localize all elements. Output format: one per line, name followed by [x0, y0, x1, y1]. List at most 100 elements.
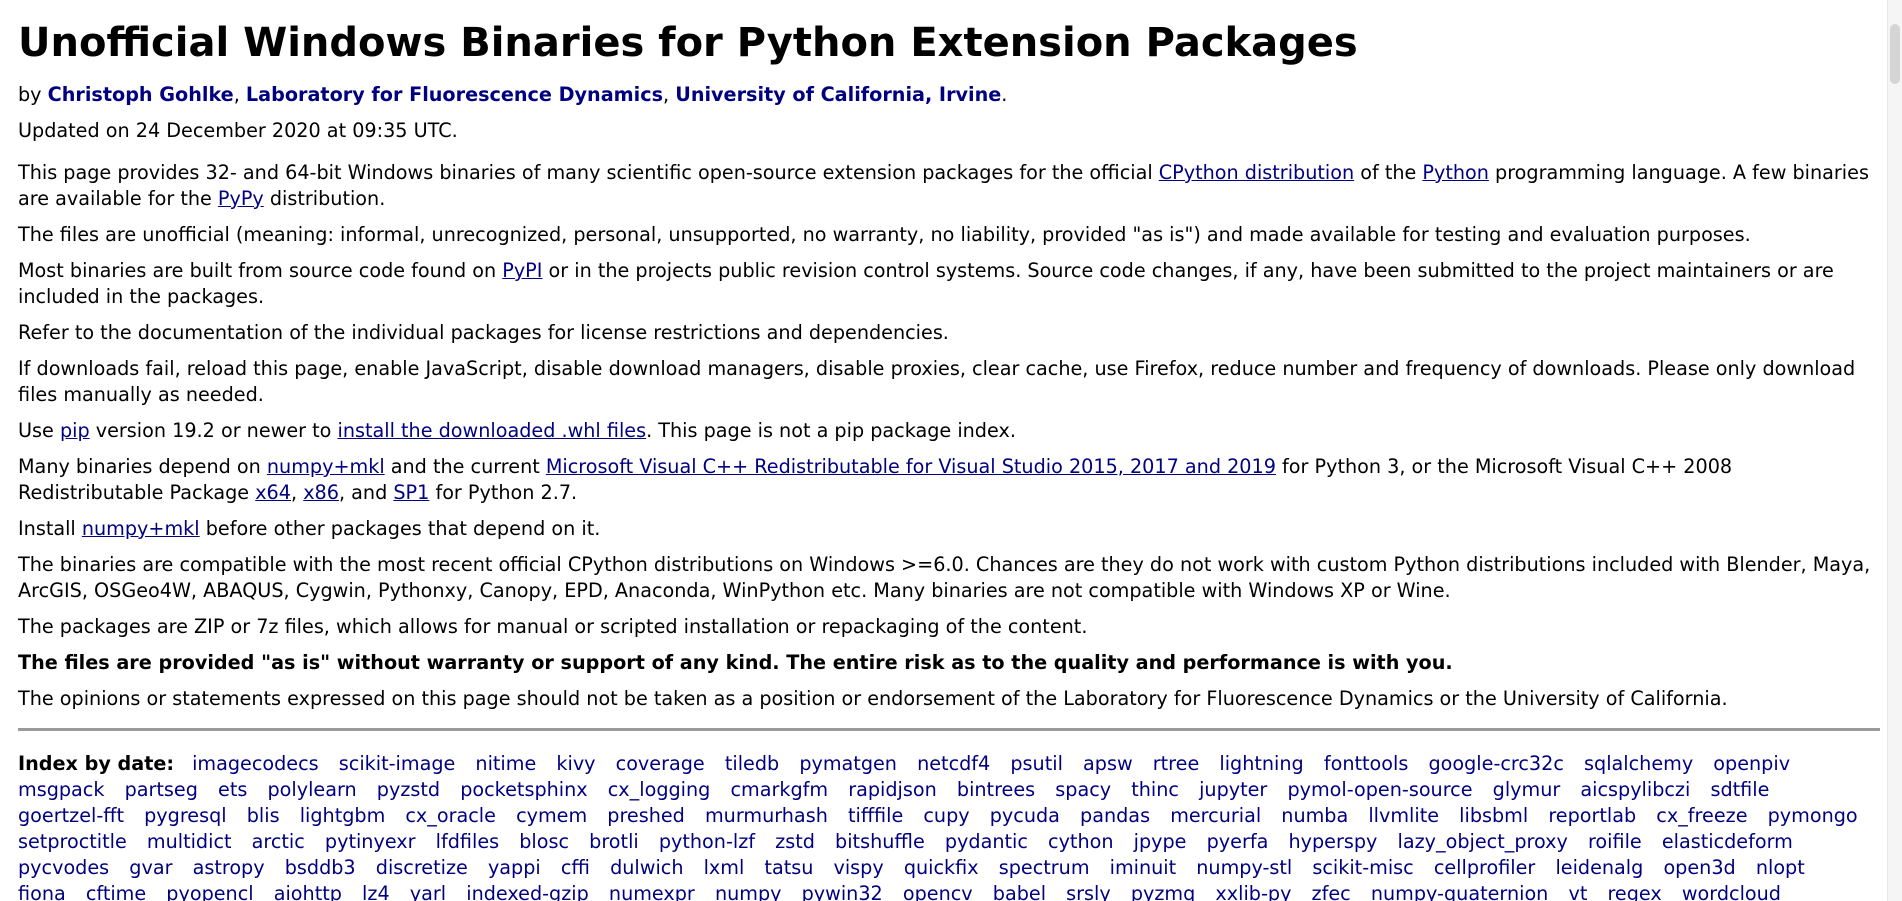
- package-link[interactable]: tatsu: [764, 856, 813, 879]
- package-link[interactable]: numpy: [715, 882, 782, 901]
- package-link[interactable]: pyzmq: [1131, 882, 1195, 901]
- package-link[interactable]: discretize: [376, 856, 468, 879]
- package-link[interactable]: bintrees: [957, 778, 1035, 801]
- package-link[interactable]: murmurhash: [705, 804, 828, 827]
- x86-link[interactable]: x86: [303, 481, 339, 504]
- package-link[interactable]: libsbml: [1459, 804, 1528, 827]
- package-link[interactable]: google-crc32c: [1428, 752, 1563, 775]
- package-link[interactable]: rapidjson: [848, 778, 937, 801]
- package-link[interactable]: pocketsphinx: [460, 778, 587, 801]
- package-link[interactable]: scikit-image: [339, 752, 456, 775]
- package-link[interactable]: cftime: [86, 882, 146, 901]
- package-link[interactable]: pyopencl: [166, 882, 253, 901]
- package-link[interactable]: pycuda: [990, 804, 1060, 827]
- package-link[interactable]: vt: [1568, 882, 1587, 901]
- package-link[interactable]: babel: [993, 882, 1046, 901]
- package-link[interactable]: thinc: [1131, 778, 1179, 801]
- package-link[interactable]: opencv: [903, 882, 973, 901]
- package-link[interactable]: python-lzf: [659, 830, 755, 853]
- package-link[interactable]: iminuit: [1110, 856, 1177, 879]
- package-link[interactable]: open3d: [1663, 856, 1735, 879]
- package-link[interactable]: gvar: [129, 856, 172, 879]
- vertical-scrollbar[interactable]: [1887, 0, 1902, 901]
- package-link[interactable]: cx_oracle: [405, 804, 496, 827]
- package-link[interactable]: cupy: [923, 804, 969, 827]
- package-link[interactable]: pymol-open-source: [1287, 778, 1472, 801]
- package-link[interactable]: pymongo: [1768, 804, 1858, 827]
- package-link[interactable]: blis: [247, 804, 280, 827]
- package-link[interactable]: kivy: [556, 752, 595, 775]
- package-link[interactable]: goertzel-fft: [18, 804, 124, 827]
- package-link[interactable]: astropy: [193, 856, 265, 879]
- package-link[interactable]: reportlab: [1548, 804, 1636, 827]
- package-link[interactable]: cffi: [561, 856, 590, 879]
- package-link[interactable]: pydantic: [945, 830, 1028, 853]
- package-link[interactable]: indexed-gzip: [466, 882, 589, 901]
- package-link[interactable]: lfdfiles: [436, 830, 499, 853]
- university-link[interactable]: University of California, Irvine: [675, 83, 1001, 106]
- package-link[interactable]: quickfix: [904, 856, 979, 879]
- numpy-mkl-link[interactable]: numpy+mkl: [82, 517, 200, 540]
- package-link[interactable]: zstd: [775, 830, 815, 853]
- package-link[interactable]: pytinyexr: [325, 830, 416, 853]
- package-link[interactable]: pycvodes: [18, 856, 109, 879]
- package-link[interactable]: cellprofiler: [1434, 856, 1536, 879]
- package-link[interactable]: fiona: [18, 882, 66, 901]
- package-link[interactable]: jupyter: [1199, 778, 1267, 801]
- package-link[interactable]: yarl: [410, 882, 446, 901]
- package-link[interactable]: numpy-quaternion: [1371, 882, 1549, 901]
- package-link[interactable]: cython: [1048, 830, 1114, 853]
- package-link[interactable]: spectrum: [999, 856, 1090, 879]
- package-link[interactable]: openpiv: [1713, 752, 1790, 775]
- package-link[interactable]: vispy: [834, 856, 884, 879]
- package-link[interactable]: cx_freeze: [1656, 804, 1747, 827]
- package-link[interactable]: psutil: [1010, 752, 1063, 775]
- x64-link[interactable]: x64: [255, 481, 291, 504]
- package-link[interactable]: lz4: [362, 882, 390, 901]
- package-link[interactable]: zfec: [1312, 882, 1351, 901]
- lab-link[interactable]: Laboratory for Fluorescence Dynamics: [246, 83, 663, 106]
- package-link[interactable]: cmarkgfm: [730, 778, 828, 801]
- cpython-distribution-link[interactable]: CPython distribution: [1159, 161, 1354, 184]
- package-link[interactable]: ets: [218, 778, 247, 801]
- package-link[interactable]: preshed: [607, 804, 685, 827]
- numpy-mkl-link[interactable]: numpy+mkl: [267, 455, 385, 478]
- sp1-link[interactable]: SP1: [393, 481, 429, 504]
- package-link[interactable]: brotli: [589, 830, 639, 853]
- package-link[interactable]: elasticdeform: [1662, 830, 1793, 853]
- package-link[interactable]: pywin32: [802, 882, 883, 901]
- package-link[interactable]: blosc: [519, 830, 569, 853]
- package-link[interactable]: partseg: [125, 778, 198, 801]
- package-link[interactable]: lazy_object_proxy: [1398, 830, 1568, 853]
- package-link[interactable]: pygresql: [144, 804, 227, 827]
- install-whl-link[interactable]: install the downloaded .whl files: [338, 419, 647, 442]
- package-link[interactable]: lightgbm: [300, 804, 386, 827]
- package-link[interactable]: mercurial: [1170, 804, 1261, 827]
- package-link[interactable]: lightning: [1219, 752, 1303, 775]
- pip-link[interactable]: pip: [60, 419, 90, 442]
- package-link[interactable]: pyzstd: [377, 778, 440, 801]
- package-link[interactable]: rtree: [1153, 752, 1200, 775]
- package-link[interactable]: glymur: [1493, 778, 1561, 801]
- package-link[interactable]: numba: [1281, 804, 1348, 827]
- package-link[interactable]: nlopt: [1756, 856, 1805, 879]
- package-link[interactable]: srsly: [1066, 882, 1111, 901]
- package-link[interactable]: pyerfa: [1207, 830, 1269, 853]
- package-link[interactable]: aiohttp: [274, 882, 342, 901]
- package-link[interactable]: spacy: [1055, 778, 1111, 801]
- package-link[interactable]: netcdf4: [917, 752, 990, 775]
- package-link[interactable]: imagecodecs: [192, 752, 319, 775]
- package-link[interactable]: xxlib-py: [1215, 882, 1291, 901]
- package-link[interactable]: lxml: [704, 856, 745, 879]
- package-link[interactable]: yappi: [488, 856, 541, 879]
- author-link[interactable]: Christoph Gohlke: [48, 83, 234, 106]
- scrollbar-thumb[interactable]: [1890, 24, 1900, 84]
- package-link[interactable]: pandas: [1080, 804, 1150, 827]
- package-link[interactable]: hyperspy: [1288, 830, 1377, 853]
- package-link[interactable]: msgpack: [18, 778, 104, 801]
- package-link[interactable]: setproctitle: [18, 830, 127, 853]
- package-link[interactable]: arctic: [252, 830, 305, 853]
- vc-redist-link[interactable]: Microsoft Visual C++ Redistributable for…: [546, 455, 1276, 478]
- package-link[interactable]: roifile: [1588, 830, 1642, 853]
- package-link[interactable]: numpy-stl: [1196, 856, 1292, 879]
